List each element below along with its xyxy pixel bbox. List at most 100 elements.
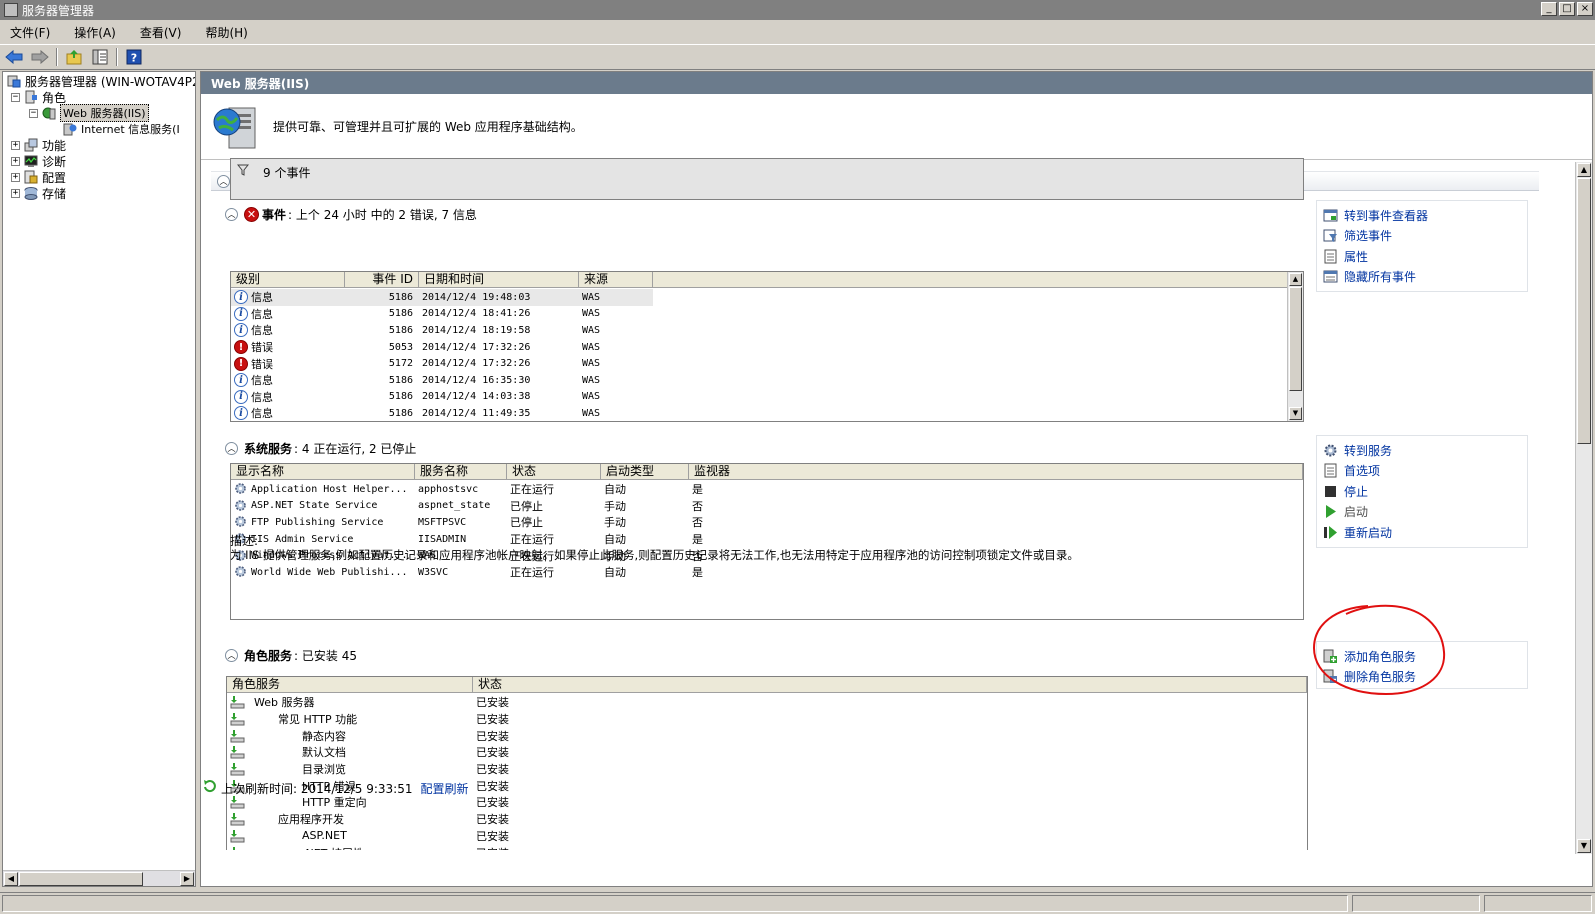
col-startup-type[interactable]: 启动类型 bbox=[601, 464, 689, 479]
back-arrow-icon[interactable] bbox=[4, 47, 24, 67]
collapse-summary-button[interactable]: ︿ bbox=[217, 174, 230, 188]
installed-icon bbox=[230, 829, 246, 843]
tree-item-iis-manager[interactable]: Internet 信息服务(I bbox=[63, 121, 180, 137]
event-row[interactable]: i 信息 5186 2014/12/4 19:48:03 WAS bbox=[231, 289, 653, 306]
event-row[interactable]: ! 错误 5053 2014/12/4 17:32:26 WAS bbox=[231, 339, 653, 356]
menu-help[interactable]: 帮助(H) bbox=[201, 22, 251, 43]
scroll-up-button[interactable]: ▲ bbox=[1577, 163, 1591, 177]
minimize-button[interactable]: _ bbox=[1541, 2, 1557, 16]
menu-view[interactable]: 查看(V) bbox=[136, 22, 186, 43]
action-preferences[interactable]: 首选项 bbox=[1323, 461, 1521, 482]
role-service-row[interactable]: Web 服务器 已安装 bbox=[227, 694, 593, 711]
role-service-row[interactable]: 常见 HTTP 功能 已安装 bbox=[227, 711, 593, 728]
services-title: 系统服务 bbox=[244, 442, 293, 456]
event-row[interactable]: i 信息 5186 2014/12/4 11:49:35 WAS bbox=[231, 405, 653, 421]
events-section-header[interactable]: ︿ ✕ 事件 : 上个 24 小时 中的 2 错误, 7 信息 bbox=[225, 206, 477, 223]
action-hide-all-events[interactable]: 隐藏所有事件 bbox=[1323, 267, 1521, 288]
collapse-events-button[interactable]: ︿ bbox=[225, 208, 238, 221]
tree-item-diagnostics[interactable]: + 诊断 bbox=[11, 153, 66, 169]
filter-funnel-icon[interactable] bbox=[236, 164, 250, 179]
scroll-right-button[interactable]: ▶ bbox=[180, 872, 194, 886]
col-display-name[interactable]: 显示名称 bbox=[231, 464, 415, 479]
tree-item-storage[interactable]: + 存储 bbox=[11, 185, 66, 201]
col-status[interactable]: 状态 bbox=[507, 464, 601, 479]
scroll-thumb[interactable] bbox=[19, 872, 143, 886]
tree-horizontal-scrollbar[interactable]: ◀ ▶ bbox=[3, 870, 195, 886]
role-service-status: 已安装 bbox=[476, 712, 509, 726]
action-properties[interactable]: 属性 bbox=[1323, 246, 1521, 267]
maximize-button[interactable]: □ bbox=[1559, 2, 1575, 16]
action-add-role-services[interactable]: 添加角色服务 bbox=[1323, 646, 1521, 667]
collapse-toggle[interactable]: − bbox=[29, 108, 38, 118]
scroll-down-button[interactable]: ▼ bbox=[1289, 407, 1302, 420]
role-service-row[interactable]: 默认文档 已安装 bbox=[227, 744, 593, 761]
action-start[interactable]: 启动 bbox=[1323, 502, 1521, 523]
action-restart[interactable]: 重新启动 bbox=[1323, 522, 1521, 543]
menu-action[interactable]: 操作(A) bbox=[70, 22, 120, 43]
col-level[interactable]: 级别 bbox=[231, 272, 345, 287]
event-row[interactable]: ! 错误 5172 2014/12/4 17:32:26 WAS bbox=[231, 355, 653, 372]
role-service-row[interactable]: .NET 扩展性 已安装 bbox=[227, 844, 593, 850]
event-source: WAS bbox=[582, 358, 601, 370]
event-id: 5186 bbox=[388, 374, 413, 386]
role-services-section-header[interactable]: ︿ 角色服务 : 已安装 45 bbox=[225, 647, 357, 664]
expand-toggle[interactable]: + bbox=[11, 140, 20, 150]
close-button[interactable]: × bbox=[1577, 2, 1593, 16]
collapse-toggle[interactable]: − bbox=[11, 92, 20, 102]
details-vertical-scrollbar[interactable]: ▲ ▼ bbox=[1575, 162, 1592, 854]
expand-toggle[interactable]: + bbox=[11, 188, 20, 198]
action-filter-events[interactable]: 筛选事件 bbox=[1323, 226, 1521, 247]
collapse-role-services-button[interactable]: ︿ bbox=[225, 649, 238, 662]
scroll-thumb[interactable] bbox=[1289, 287, 1302, 391]
folder-up-icon[interactable] bbox=[64, 47, 84, 67]
service-row[interactable]: World Wide Web Publishi... W3SVC 正在运行 自动 是 bbox=[231, 564, 749, 581]
event-row[interactable]: i 信息 5186 2014/12/4 18:19:58 WAS bbox=[231, 322, 653, 339]
action-stop[interactable]: 停止 bbox=[1323, 481, 1521, 502]
tree-item-features[interactable]: + 功能 bbox=[11, 137, 66, 153]
action-go-to-event-viewer[interactable]: 转到事件查看器 bbox=[1323, 205, 1521, 226]
scroll-up-button[interactable]: ▲ bbox=[1289, 273, 1302, 286]
expand-toggle[interactable]: + bbox=[11, 172, 20, 182]
services-section-header[interactable]: ︿ 系统服务 : 4 正在运行, 2 已停止 bbox=[225, 440, 416, 457]
configure-refresh-link[interactable]: 配置刷新 bbox=[420, 780, 468, 797]
service-name: aspnet_state bbox=[418, 500, 491, 512]
service-monitor: 否 bbox=[692, 516, 703, 530]
filter-events-icon bbox=[1323, 228, 1338, 243]
col-source[interactable]: 来源 bbox=[579, 272, 653, 287]
col-datetime[interactable]: 日期和时间 bbox=[419, 272, 579, 287]
event-datetime: 2014/12/4 11:49:35 bbox=[422, 407, 531, 419]
refresh-icon[interactable] bbox=[202, 779, 217, 797]
role-service-row[interactable]: 应用程序开发 已安装 bbox=[227, 811, 593, 828]
scroll-thumb[interactable] bbox=[1577, 178, 1591, 444]
events-vertical-scrollbar[interactable]: ▲ ▼ bbox=[1287, 272, 1303, 421]
event-id: 5186 bbox=[388, 391, 413, 403]
service-row[interactable]: Application Host Helper... apphostsvc 正在运行… bbox=[231, 481, 749, 498]
service-row[interactable]: FTP Publishing Service MSFTPSVC 已停止 手动 否 bbox=[231, 514, 749, 531]
tree-item-web-server[interactable]: − Web 服务器(IIS) bbox=[29, 104, 149, 122]
role-service-row[interactable]: 目录浏览 已安装 bbox=[227, 761, 593, 778]
action-remove-role-services[interactable]: 删除角色服务 bbox=[1323, 667, 1521, 688]
event-row[interactable]: i 信息 5186 2014/12/4 16:35:30 WAS bbox=[231, 372, 653, 389]
role-service-row[interactable]: 静态内容 已安装 bbox=[227, 727, 593, 744]
scroll-down-button[interactable]: ▼ bbox=[1577, 839, 1591, 853]
col-service-name[interactable]: 服务名称 bbox=[415, 464, 507, 479]
tree-item-configuration[interactable]: + 配置 bbox=[11, 169, 66, 185]
collapse-services-button[interactable]: ︿ bbox=[225, 442, 238, 455]
forward-arrow-icon[interactable] bbox=[30, 47, 50, 67]
menu-file[interactable]: 文件(F) bbox=[6, 22, 54, 43]
show-hide-console-tree-icon[interactable] bbox=[90, 47, 110, 67]
event-row[interactable]: i 信息 5186 2014/12/4 14:03:38 WAS bbox=[231, 389, 653, 406]
col-role-status[interactable]: 状态 bbox=[473, 677, 1307, 692]
tree-item-roles[interactable]: − 角色 bbox=[11, 89, 66, 105]
service-row[interactable]: ASP.NET State Service aspnet_state 已停止 手动 否 bbox=[231, 498, 749, 515]
col-monitor[interactable]: 监视器 bbox=[689, 464, 1303, 479]
col-event-id[interactable]: 事件 ID bbox=[345, 272, 419, 287]
scroll-left-button[interactable]: ◀ bbox=[4, 872, 18, 886]
role-service-row[interactable]: ASP.NET 已安装 bbox=[227, 828, 593, 845]
help-icon[interactable]: ? bbox=[124, 47, 144, 67]
col-role-service[interactable]: 角色服务 bbox=[227, 677, 473, 692]
expand-toggle[interactable]: + bbox=[11, 156, 20, 166]
event-row[interactable]: i 信息 5186 2014/12/4 18:41:26 WAS bbox=[231, 306, 653, 323]
action-go-to-services[interactable]: 转到服务 bbox=[1323, 440, 1521, 461]
tree-item-server-manager[interactable]: 服务器管理器 (WIN-WOTAV4P21S bbox=[7, 73, 195, 89]
